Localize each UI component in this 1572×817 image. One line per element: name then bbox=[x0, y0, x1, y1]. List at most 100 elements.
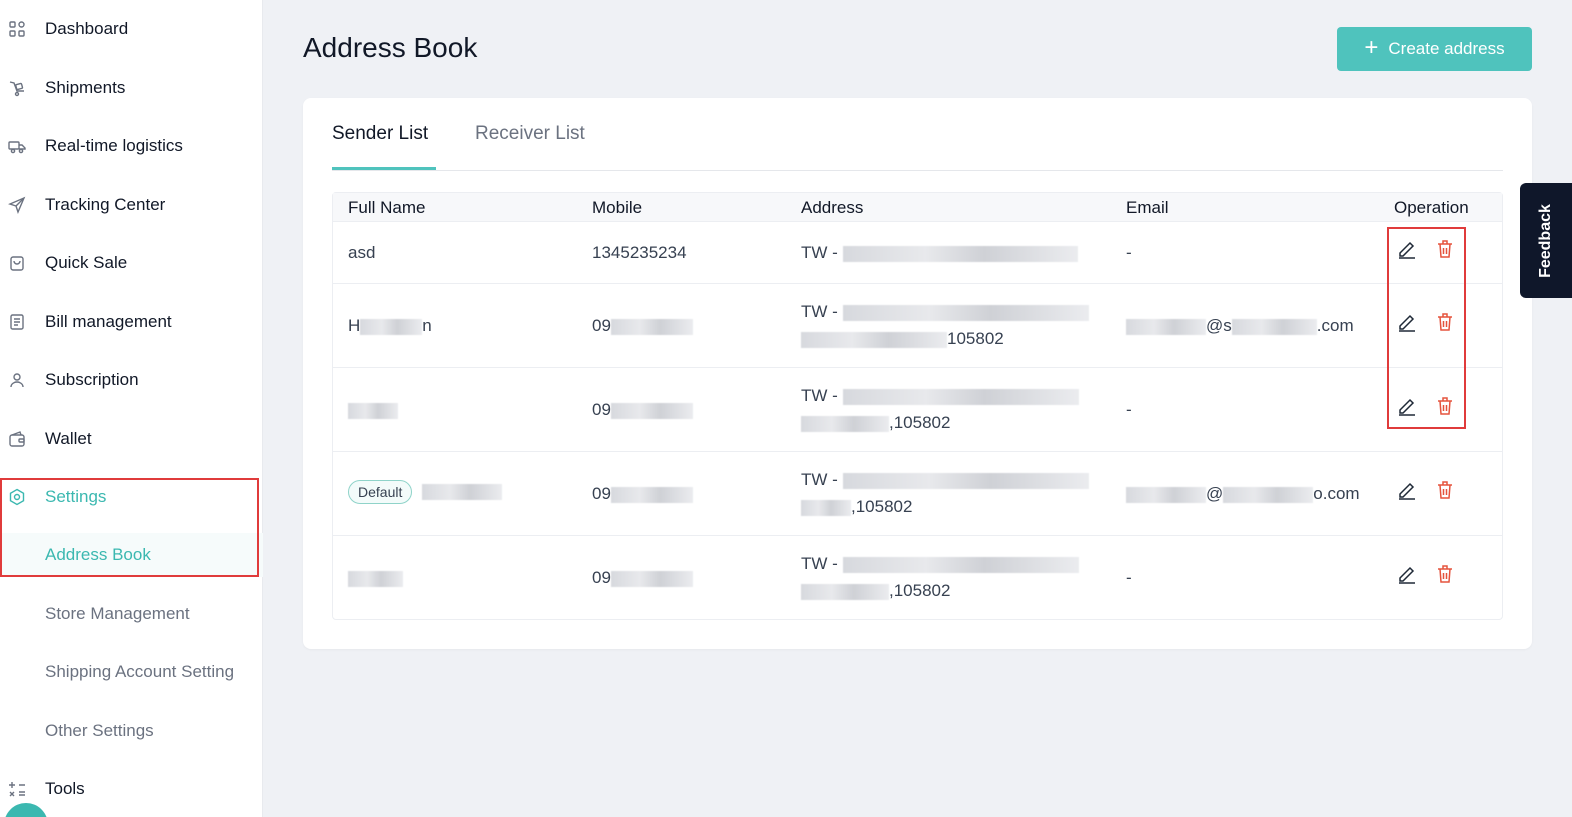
default-badge: Default bbox=[348, 480, 413, 504]
sidebar-item-shipping-account-setting[interactable]: Shipping Account Setting bbox=[0, 650, 263, 694]
create-address-button[interactable]: + Create address bbox=[1337, 27, 1532, 71]
address-cell: TW - bbox=[801, 243, 1078, 263]
redacted-text bbox=[801, 583, 889, 600]
bill-icon bbox=[8, 313, 26, 331]
redacted-text bbox=[842, 245, 1078, 262]
sidebar-item-label: Other Settings bbox=[45, 721, 154, 740]
column-header-full-name: Full Name bbox=[348, 198, 426, 217]
sidebar: Dashboard Shipments Real-time logistics … bbox=[0, 0, 263, 817]
redacted-text bbox=[610, 486, 693, 503]
table-row: 09 TW - ,105802 - bbox=[333, 367, 1502, 451]
feedback-label: Feedback bbox=[1537, 203, 1554, 278]
redacted-text bbox=[842, 304, 1089, 321]
full-name-cell: Default bbox=[348, 480, 503, 504]
table-row: 09 TW - ,105802 - bbox=[333, 535, 1502, 619]
sidebar-item-label: Tools bbox=[45, 779, 85, 798]
plus-icon: + bbox=[1364, 34, 1379, 61]
edit-icon[interactable] bbox=[1396, 311, 1418, 333]
address-suffix: 105802 bbox=[947, 329, 1004, 348]
full-name-cell: asd bbox=[348, 243, 376, 262]
email-suffix: .com bbox=[1316, 316, 1354, 335]
tab-receiver-list[interactable]: Receiver List bbox=[475, 123, 585, 145]
mobile-cell: 09 bbox=[592, 568, 693, 588]
sidebar-item-tracking-center[interactable]: Tracking Center bbox=[0, 183, 263, 227]
sidebar-item-label: Store Management bbox=[45, 604, 190, 623]
dashboard-icon bbox=[8, 20, 26, 38]
shipments-icon bbox=[8, 79, 26, 97]
address-cell-line2: 105802 bbox=[801, 329, 1004, 349]
address-card: Sender List Receiver List Full Name Mobi… bbox=[303, 98, 1532, 649]
sidebar-item-label: Shipping Account Setting bbox=[45, 662, 235, 681]
table-row: Default 09 TW - ,105802 @ o.com bbox=[333, 451, 1502, 535]
sidebar-item-label: Quick Sale bbox=[45, 253, 128, 272]
table-row: Hn 09 TW - 105802 @s .com bbox=[333, 283, 1502, 367]
address-prefix: TW - bbox=[801, 243, 843, 262]
address-cell-line2: ,105802 bbox=[801, 497, 912, 517]
settings-icon bbox=[8, 488, 26, 506]
tab-sender-list[interactable]: Sender List bbox=[332, 123, 428, 145]
delete-icon[interactable] bbox=[1434, 395, 1456, 417]
sidebar-item-label: Address Book bbox=[45, 545, 151, 564]
address-cell: TW - bbox=[801, 302, 1089, 322]
redacted-text bbox=[348, 570, 403, 587]
redacted-text bbox=[348, 402, 398, 419]
sidebar-item-label: Bill management bbox=[45, 312, 172, 331]
edit-icon[interactable] bbox=[1396, 395, 1418, 417]
delete-icon[interactable] bbox=[1434, 563, 1456, 585]
sidebar-item-label: Shipments bbox=[45, 78, 126, 97]
delete-icon[interactable] bbox=[1434, 311, 1456, 333]
address-cell: TW - bbox=[801, 386, 1079, 406]
delete-icon[interactable] bbox=[1434, 238, 1456, 260]
mobile-cell: 1345235234 bbox=[592, 243, 687, 262]
sidebar-item-real-time-logistics[interactable]: Real-time logistics bbox=[0, 124, 263, 168]
email-cell: - bbox=[1126, 400, 1132, 419]
sidebar-item-other-settings[interactable]: Other Settings bbox=[0, 709, 263, 753]
sidebar-item-wallet[interactable]: Wallet bbox=[0, 417, 263, 461]
address-suffix: ,105802 bbox=[889, 581, 951, 600]
sidebar-item-tools[interactable]: Tools bbox=[0, 767, 263, 811]
email-mid: @ bbox=[1206, 484, 1224, 503]
sidebar-item-label: Wallet bbox=[45, 429, 92, 448]
full-name-cell bbox=[348, 400, 398, 420]
redacted-text bbox=[1223, 486, 1314, 503]
address-cell: TW - bbox=[801, 554, 1079, 574]
address-cell-line2: ,105802 bbox=[801, 581, 950, 601]
table-row: asd 1345235234 TW - - bbox=[333, 221, 1502, 283]
sidebar-item-quick-sale[interactable]: Quick Sale bbox=[0, 241, 263, 285]
tools-icon bbox=[8, 780, 26, 798]
email-suffix: o.com bbox=[1313, 484, 1360, 503]
edit-icon[interactable] bbox=[1396, 563, 1418, 585]
redacted-text bbox=[801, 415, 889, 432]
redacted-text bbox=[610, 318, 693, 335]
sidebar-item-subscription[interactable]: Subscription bbox=[0, 358, 263, 402]
sidebar-item-address-book[interactable]: Address Book bbox=[0, 533, 263, 577]
active-tab-indicator bbox=[332, 167, 436, 170]
column-header-mobile: Mobile bbox=[592, 198, 643, 217]
sidebar-item-dashboard[interactable]: Dashboard bbox=[0, 7, 263, 51]
redacted-text bbox=[1126, 318, 1206, 335]
edit-icon[interactable] bbox=[1396, 479, 1418, 501]
email-cell: - bbox=[1126, 568, 1132, 587]
send-icon bbox=[8, 196, 26, 214]
bag-icon bbox=[8, 254, 26, 272]
sidebar-item-label: Real-time logistics bbox=[45, 136, 183, 155]
email-mid: @s bbox=[1206, 316, 1232, 335]
wallet-icon bbox=[8, 430, 26, 448]
redacted-text bbox=[842, 388, 1079, 405]
tab-bar: Sender List Receiver List bbox=[332, 98, 1503, 171]
address-prefix: TW - bbox=[801, 470, 843, 489]
mobile-cell: 09 bbox=[592, 316, 693, 336]
sidebar-item-settings[interactable]: Settings bbox=[0, 475, 263, 519]
edit-icon[interactable] bbox=[1396, 238, 1418, 260]
sidebar-item-store-management[interactable]: Store Management bbox=[0, 592, 263, 636]
email-cell: - bbox=[1126, 243, 1132, 262]
email-cell: @s .com bbox=[1126, 316, 1354, 336]
column-header-address: Address bbox=[801, 198, 864, 217]
sidebar-item-bill-management[interactable]: Bill management bbox=[0, 300, 263, 344]
feedback-tab[interactable]: Feedback bbox=[1520, 183, 1572, 298]
sidebar-item-label: Settings bbox=[45, 487, 107, 506]
user-icon bbox=[8, 371, 26, 389]
sidebar-item-shipments[interactable]: Shipments bbox=[0, 66, 263, 110]
sidebar-item-label: Subscription bbox=[45, 370, 139, 389]
delete-icon[interactable] bbox=[1434, 479, 1456, 501]
